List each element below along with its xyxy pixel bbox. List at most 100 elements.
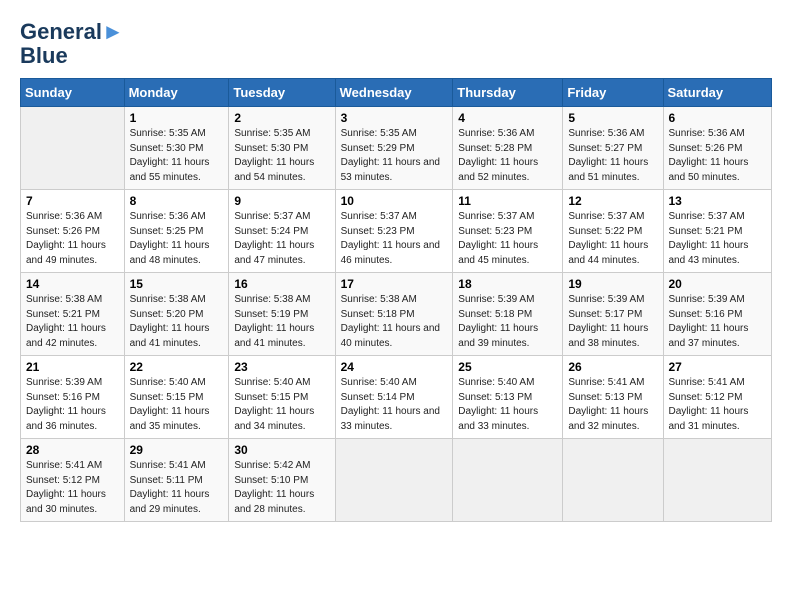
day-number: 15 (130, 277, 224, 291)
day-info: Sunrise: 5:38 AMSunset: 5:19 PMDaylight:… (234, 293, 329, 351)
day-number: 23 (234, 360, 329, 374)
calendar-week-5: 28Sunrise: 5:41 AMSunset: 5:12 PMDayligh… (21, 439, 772, 522)
day-number: 26 (568, 360, 657, 374)
calendar-cell: 15 Sunrise: 5:38 AMSunset: 5:20 PMDayligh… (124, 273, 229, 356)
calendar-cell: 26 Sunrise: 5:41 AMSunset: 5:13 PMDayligh… (563, 356, 663, 439)
calendar-cell: 4 Sunrise: 5:36 AMSunset: 5:28 PMDaylight… (453, 107, 563, 190)
day-info: Sunrise: 5:39 AMSunset: 5:16 PMDaylight:… (26, 376, 119, 434)
calendar-cell: 27 Sunrise: 5:41 AMSunset: 5:12 PMDayligh… (663, 356, 772, 439)
calendar-week-4: 21 Sunrise: 5:39 AMSunset: 5:16 PMDayligh… (21, 356, 772, 439)
day-number: 10 (341, 194, 448, 208)
day-info: Sunrise: 5:36 AMSunset: 5:25 PMDaylight:… (130, 210, 224, 268)
calendar-cell: 18Sunrise: 5:39 AMSunset: 5:18 PMDayligh… (453, 273, 563, 356)
day-number: 27 (669, 360, 767, 374)
day-number: 3 (341, 111, 448, 125)
calendar-cell (21, 107, 125, 190)
day-info: Sunrise: 5:40 AMSunset: 5:14 PMDaylight:… (341, 376, 448, 434)
day-info: Sunrise: 5:37 AMSunset: 5:24 PMDaylight:… (234, 210, 329, 268)
calendar-cell (663, 439, 772, 522)
calendar-week-2: 7Sunrise: 5:36 AMSunset: 5:26 PMDaylight… (21, 190, 772, 273)
calendar-cell: 1Sunrise: 5:35 AMSunset: 5:30 PMDaylight… (124, 107, 229, 190)
day-info: Sunrise: 5:41 AMSunset: 5:11 PMDaylight:… (130, 459, 224, 517)
day-number: 11 (458, 194, 557, 208)
day-info: Sunrise: 5:39 AMSunset: 5:16 PMDaylight:… (669, 293, 767, 351)
calendar-cell: 13 Sunrise: 5:37 AMSunset: 5:21 PMDayligh… (663, 190, 772, 273)
calendar-cell (453, 439, 563, 522)
calendar-cell: 16 Sunrise: 5:38 AMSunset: 5:19 PMDayligh… (229, 273, 335, 356)
calendar-week-3: 14 Sunrise: 5:38 AMSunset: 5:21 PMDayligh… (21, 273, 772, 356)
calendar-cell: 28Sunrise: 5:41 AMSunset: 5:12 PMDayligh… (21, 439, 125, 522)
calendar-cell: 24 Sunrise: 5:40 AMSunset: 5:14 PMDayligh… (335, 356, 453, 439)
day-number: 6 (669, 111, 767, 125)
day-number: 20 (669, 277, 767, 291)
column-header-monday: Monday (124, 79, 229, 107)
day-number: 14 (26, 277, 119, 291)
day-number: 13 (669, 194, 767, 208)
day-info: Sunrise: 5:37 AMSunset: 5:22 PMDaylight:… (568, 210, 657, 268)
day-number: 19 (568, 277, 657, 291)
calendar-cell: 20 Sunrise: 5:39 AMSunset: 5:16 PMDayligh… (663, 273, 772, 356)
calendar-table: SundayMondayTuesdayWednesdayThursdayFrid… (20, 78, 772, 522)
column-header-wednesday: Wednesday (335, 79, 453, 107)
day-number: 24 (341, 360, 448, 374)
day-info: Sunrise: 5:35 AMSunset: 5:29 PMDaylight:… (341, 127, 448, 185)
calendar-cell: 2 Sunrise: 5:35 AMSunset: 5:30 PMDaylight… (229, 107, 335, 190)
calendar-cell: 12 Sunrise: 5:37 AMSunset: 5:22 PMDayligh… (563, 190, 663, 273)
day-info: Sunrise: 5:35 AMSunset: 5:30 PMDaylight:… (234, 127, 329, 185)
day-number: 17 (341, 277, 448, 291)
calendar-header-row: SundayMondayTuesdayWednesdayThursdayFrid… (21, 79, 772, 107)
calendar-cell: 3 Sunrise: 5:35 AMSunset: 5:29 PMDaylight… (335, 107, 453, 190)
day-number: 16 (234, 277, 329, 291)
day-number: 18 (458, 277, 557, 291)
day-info: Sunrise: 5:38 AMSunset: 5:21 PMDaylight:… (26, 293, 119, 351)
day-number: 8 (130, 194, 224, 208)
calendar-cell: 21 Sunrise: 5:39 AMSunset: 5:16 PMDayligh… (21, 356, 125, 439)
day-info: Sunrise: 5:36 AMSunset: 5:27 PMDaylight:… (568, 127, 657, 185)
calendar-cell: 19 Sunrise: 5:39 AMSunset: 5:17 PMDayligh… (563, 273, 663, 356)
column-header-tuesday: Tuesday (229, 79, 335, 107)
day-number: 1 (130, 111, 224, 125)
calendar-cell (335, 439, 453, 522)
day-info: Sunrise: 5:36 AMSunset: 5:28 PMDaylight:… (458, 127, 557, 185)
calendar-cell: 30Sunrise: 5:42 AMSunset: 5:10 PMDayligh… (229, 439, 335, 522)
calendar-cell: 7Sunrise: 5:36 AMSunset: 5:26 PMDaylight… (21, 190, 125, 273)
calendar-cell: 5 Sunrise: 5:36 AMSunset: 5:27 PMDaylight… (563, 107, 663, 190)
day-number: 2 (234, 111, 329, 125)
logo-text: General►Blue (20, 20, 124, 68)
day-info: Sunrise: 5:36 AMSunset: 5:26 PMDaylight:… (669, 127, 767, 185)
day-info: Sunrise: 5:37 AMSunset: 5:21 PMDaylight:… (669, 210, 767, 268)
page-header: General►Blue (20, 20, 772, 68)
column-header-saturday: Saturday (663, 79, 772, 107)
day-info: Sunrise: 5:40 AMSunset: 5:13 PMDaylight:… (458, 376, 557, 434)
day-number: 21 (26, 360, 119, 374)
day-info: Sunrise: 5:37 AMSunset: 5:23 PMDaylight:… (458, 210, 557, 268)
day-number: 29 (130, 443, 224, 457)
day-info: Sunrise: 5:39 AMSunset: 5:17 PMDaylight:… (568, 293, 657, 351)
calendar-cell: 29 Sunrise: 5:41 AMSunset: 5:11 PMDayligh… (124, 439, 229, 522)
column-header-thursday: Thursday (453, 79, 563, 107)
calendar-week-1: 1 Sunrise: 5:35 AMSunset: 5:30 PMDaylight… (21, 107, 772, 190)
calendar-cell: 14 Sunrise: 5:38 AMSunset: 5:21 PMDayligh… (21, 273, 125, 356)
calendar-cell: 25 Sunrise: 5:40 AMSunset: 5:13 PMDayligh… (453, 356, 563, 439)
calendar-cell: 17 Sunrise: 5:38 AMSunset: 5:18 PMDayligh… (335, 273, 453, 356)
day-info: Sunrise: 5:40 AMSunset: 5:15 PMDaylight:… (234, 376, 329, 434)
day-number: 12 (568, 194, 657, 208)
day-number: 22 (130, 360, 224, 374)
calendar-cell: 22Sunrise: 5:40 AMSunset: 5:15 PMDayligh… (124, 356, 229, 439)
calendar-cell (563, 439, 663, 522)
day-info: Sunrise: 5:42 AMSunset: 5:10 PMDaylight:… (234, 459, 329, 517)
day-info: Sunrise: 5:38 AMSunset: 5:20 PMDaylight:… (130, 293, 224, 351)
day-info: Sunrise: 5:41 AMSunset: 5:12 PMDaylight:… (669, 376, 767, 434)
day-number: 5 (568, 111, 657, 125)
day-number: 4 (458, 111, 557, 125)
calendar-cell: 9Sunrise: 5:37 AMSunset: 5:24 PMDaylight… (229, 190, 335, 273)
day-info: Sunrise: 5:38 AMSunset: 5:18 PMDaylight:… (341, 293, 448, 351)
logo: General►Blue (20, 20, 124, 68)
day-info: Sunrise: 5:41 AMSunset: 5:13 PMDaylight:… (568, 376, 657, 434)
calendar-cell: 8 Sunrise: 5:36 AMSunset: 5:25 PMDaylight… (124, 190, 229, 273)
day-number: 7 (26, 194, 119, 208)
day-info: Sunrise: 5:37 AMSunset: 5:23 PMDaylight:… (341, 210, 448, 268)
calendar-cell: 11 Sunrise: 5:37 AMSunset: 5:23 PMDayligh… (453, 190, 563, 273)
calendar-cell: 10 Sunrise: 5:37 AMSunset: 5:23 PMDayligh… (335, 190, 453, 273)
day-number: 25 (458, 360, 557, 374)
